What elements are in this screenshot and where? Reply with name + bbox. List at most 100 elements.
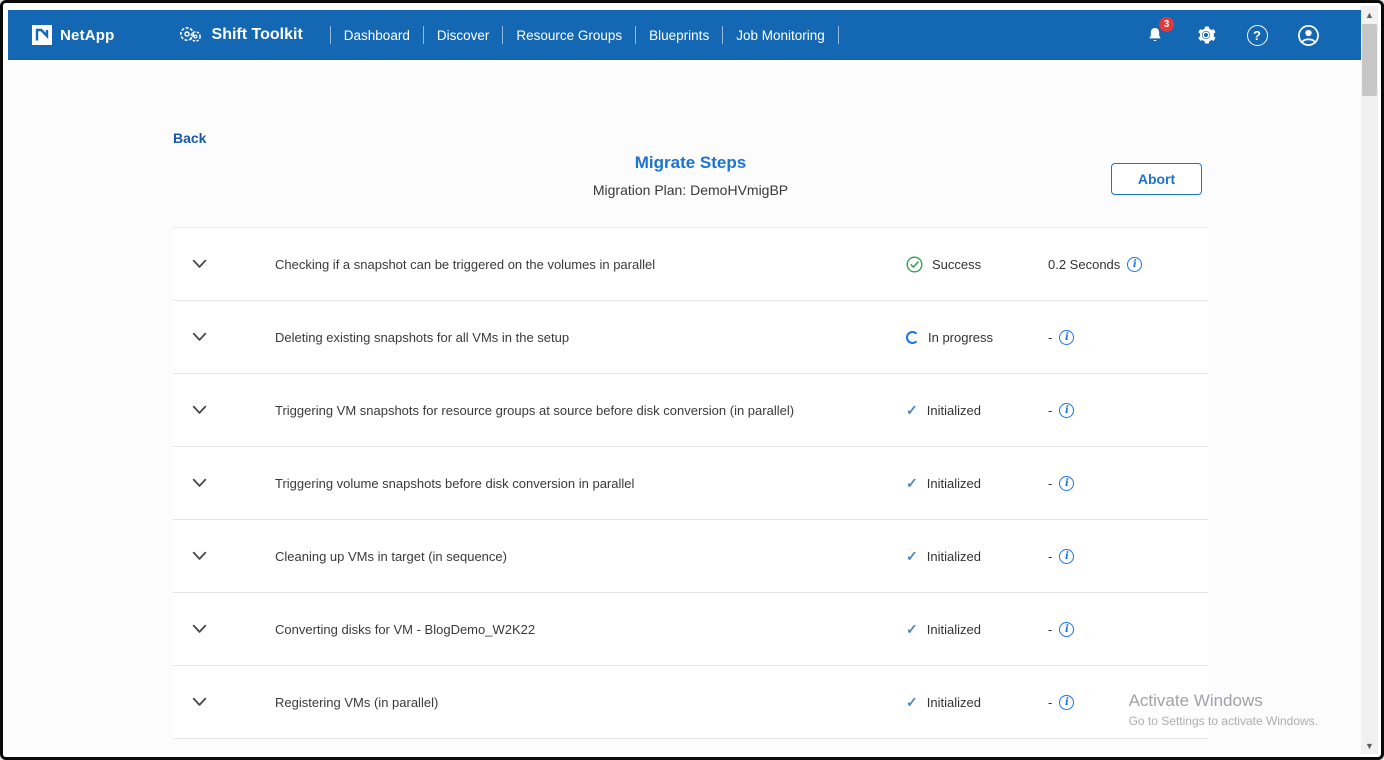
notifications-button[interactable]: 3 — [1143, 23, 1167, 47]
step-duration: 0.2 Seconds — [1048, 257, 1120, 272]
nav-separator — [838, 26, 839, 44]
step-status: ✓ Initialized — [906, 403, 1048, 418]
initialized-check-icon: ✓ — [906, 549, 918, 563]
step-row: Triggering VM snapshots for resource gro… — [173, 374, 1208, 447]
step-status: ✓ Initialized — [906, 622, 1048, 637]
scroll-up-arrow-icon[interactable]: ▲ — [1361, 6, 1378, 23]
step-row: Checking if a snapshot can be triggered … — [173, 228, 1208, 301]
nav-item-discover[interactable]: Discover — [437, 28, 490, 43]
step-duration-cell: - i — [1048, 403, 1208, 418]
nav-separator — [330, 26, 331, 44]
netapp-brand[interactable]: NetApp — [32, 25, 115, 45]
nav-item-blueprints[interactable]: Blueprints — [649, 28, 709, 43]
step-duration: - — [1048, 403, 1052, 418]
step-status: ✓ Initialized — [906, 476, 1048, 491]
initialized-check-icon: ✓ — [906, 695, 918, 709]
nav-separator — [502, 26, 503, 44]
step-row: Registering VMs (in parallel) ✓ Initiali… — [173, 666, 1208, 739]
step-description: Deleting existing snapshots for all VMs … — [275, 330, 906, 345]
nav-item-resource-groups[interactable]: Resource Groups — [516, 28, 622, 43]
info-icon[interactable]: i — [1059, 476, 1074, 491]
step-duration: - — [1048, 549, 1052, 564]
steps-list: Checking if a snapshot can be triggered … — [173, 227, 1208, 739]
info-icon[interactable]: i — [1059, 330, 1074, 345]
step-status-label: Initialized — [927, 695, 981, 710]
step-row: Cleaning up VMs in target (in sequence) … — [173, 520, 1208, 593]
expand-chevron-down-icon[interactable] — [187, 697, 211, 707]
success-check-circle-icon — [906, 256, 923, 273]
step-row: Triggering volume snapshots before disk … — [173, 447, 1208, 520]
step-duration-cell: - i — [1048, 476, 1208, 491]
step-status: ✓ Success — [906, 256, 1048, 273]
scrollbar-thumb[interactable] — [1362, 24, 1377, 96]
step-duration: - — [1048, 476, 1052, 491]
scroll-down-arrow-icon[interactable]: ▼ — [1361, 737, 1378, 754]
step-status-label: Initialized — [927, 476, 981, 491]
nav-separator — [722, 26, 723, 44]
step-status: ✓ Initialized — [906, 695, 1048, 710]
step-status: ✓ In progress — [906, 330, 1048, 345]
expand-chevron-down-icon[interactable] — [187, 259, 211, 269]
vertical-scrollbar[interactable]: ▲ ▼ — [1361, 6, 1378, 754]
step-duration: - — [1048, 622, 1052, 637]
step-status-label: Success — [932, 257, 981, 272]
nav-item-job-monitoring[interactable]: Job Monitoring — [736, 28, 825, 43]
step-description: Checking if a snapshot can be triggered … — [275, 257, 906, 272]
step-duration-cell: - i — [1048, 695, 1208, 710]
expand-chevron-down-icon[interactable] — [187, 624, 211, 634]
initialized-check-icon: ✓ — [906, 476, 918, 490]
expand-chevron-down-icon[interactable] — [187, 405, 211, 415]
info-icon[interactable]: i — [1059, 695, 1074, 710]
step-description: Cleaning up VMs in target (in sequence) — [275, 549, 906, 564]
step-duration-cell: 0.2 Seconds i — [1048, 257, 1208, 272]
step-description: Registering VMs (in parallel) — [275, 695, 906, 710]
account-button[interactable] — [1296, 23, 1320, 47]
user-icon — [1297, 24, 1320, 47]
help-icon: ? — [1247, 25, 1268, 46]
step-description: Triggering volume snapshots before disk … — [275, 476, 906, 491]
step-description: Converting disks for VM - BlogDemo_W2K22 — [275, 622, 906, 637]
step-row: Deleting existing snapshots for all VMs … — [173, 301, 1208, 374]
step-status-label: Initialized — [927, 622, 981, 637]
notification-badge: 3 — [1159, 17, 1174, 32]
step-description: Triggering VM snapshots for resource gro… — [275, 403, 906, 418]
brand-name: NetApp — [60, 27, 115, 44]
shift-toolkit-icon — [177, 23, 203, 47]
page-title: Migrate Steps — [173, 153, 1208, 173]
step-status-label: Initialized — [927, 549, 981, 564]
expand-chevron-down-icon[interactable] — [187, 332, 211, 342]
expand-chevron-down-icon[interactable] — [187, 478, 211, 488]
main-content: Back Migrate Steps Migration Plan: DemoH… — [8, 60, 1364, 754]
initialized-check-icon: ✓ — [906, 403, 918, 417]
back-link[interactable]: Back — [173, 130, 206, 146]
info-icon[interactable]: i — [1127, 257, 1142, 272]
in-progress-spinner-icon — [906, 331, 919, 344]
step-duration: - — [1048, 695, 1052, 710]
initialized-check-icon: ✓ — [906, 622, 918, 636]
step-duration-cell: - i — [1048, 330, 1208, 345]
app-home[interactable]: Shift Toolkit — [177, 23, 303, 47]
netapp-logo-icon — [32, 25, 52, 45]
header-actions: 3 ? — [1143, 23, 1320, 47]
main-nav: Dashboard Discover Resource Groups Bluep… — [317, 26, 852, 44]
abort-button[interactable]: Abort — [1111, 163, 1202, 195]
page: NetApp Shift Toolkit Dashboard Discover … — [3, 3, 1364, 757]
nav-separator — [635, 26, 636, 44]
migration-plan-subtitle: Migration Plan: DemoHVmigBP — [173, 182, 1208, 198]
settings-button[interactable] — [1194, 23, 1218, 47]
info-icon[interactable]: i — [1059, 622, 1074, 637]
info-icon[interactable]: i — [1059, 549, 1074, 564]
nav-item-dashboard[interactable]: Dashboard — [344, 28, 410, 43]
top-navbar: NetApp Shift Toolkit Dashboard Discover … — [8, 10, 1364, 60]
step-status-label: In progress — [928, 330, 993, 345]
step-status-label: Initialized — [927, 403, 981, 418]
step-duration: - — [1048, 330, 1052, 345]
app-title: Shift Toolkit — [212, 26, 303, 44]
step-status: ✓ Initialized — [906, 549, 1048, 564]
expand-chevron-down-icon[interactable] — [187, 551, 211, 561]
step-duration-cell: - i — [1048, 549, 1208, 564]
step-duration-cell: - i — [1048, 622, 1208, 637]
app-window: NetApp Shift Toolkit Dashboard Discover … — [0, 0, 1384, 760]
info-icon[interactable]: i — [1059, 403, 1074, 418]
help-button[interactable]: ? — [1245, 23, 1269, 47]
